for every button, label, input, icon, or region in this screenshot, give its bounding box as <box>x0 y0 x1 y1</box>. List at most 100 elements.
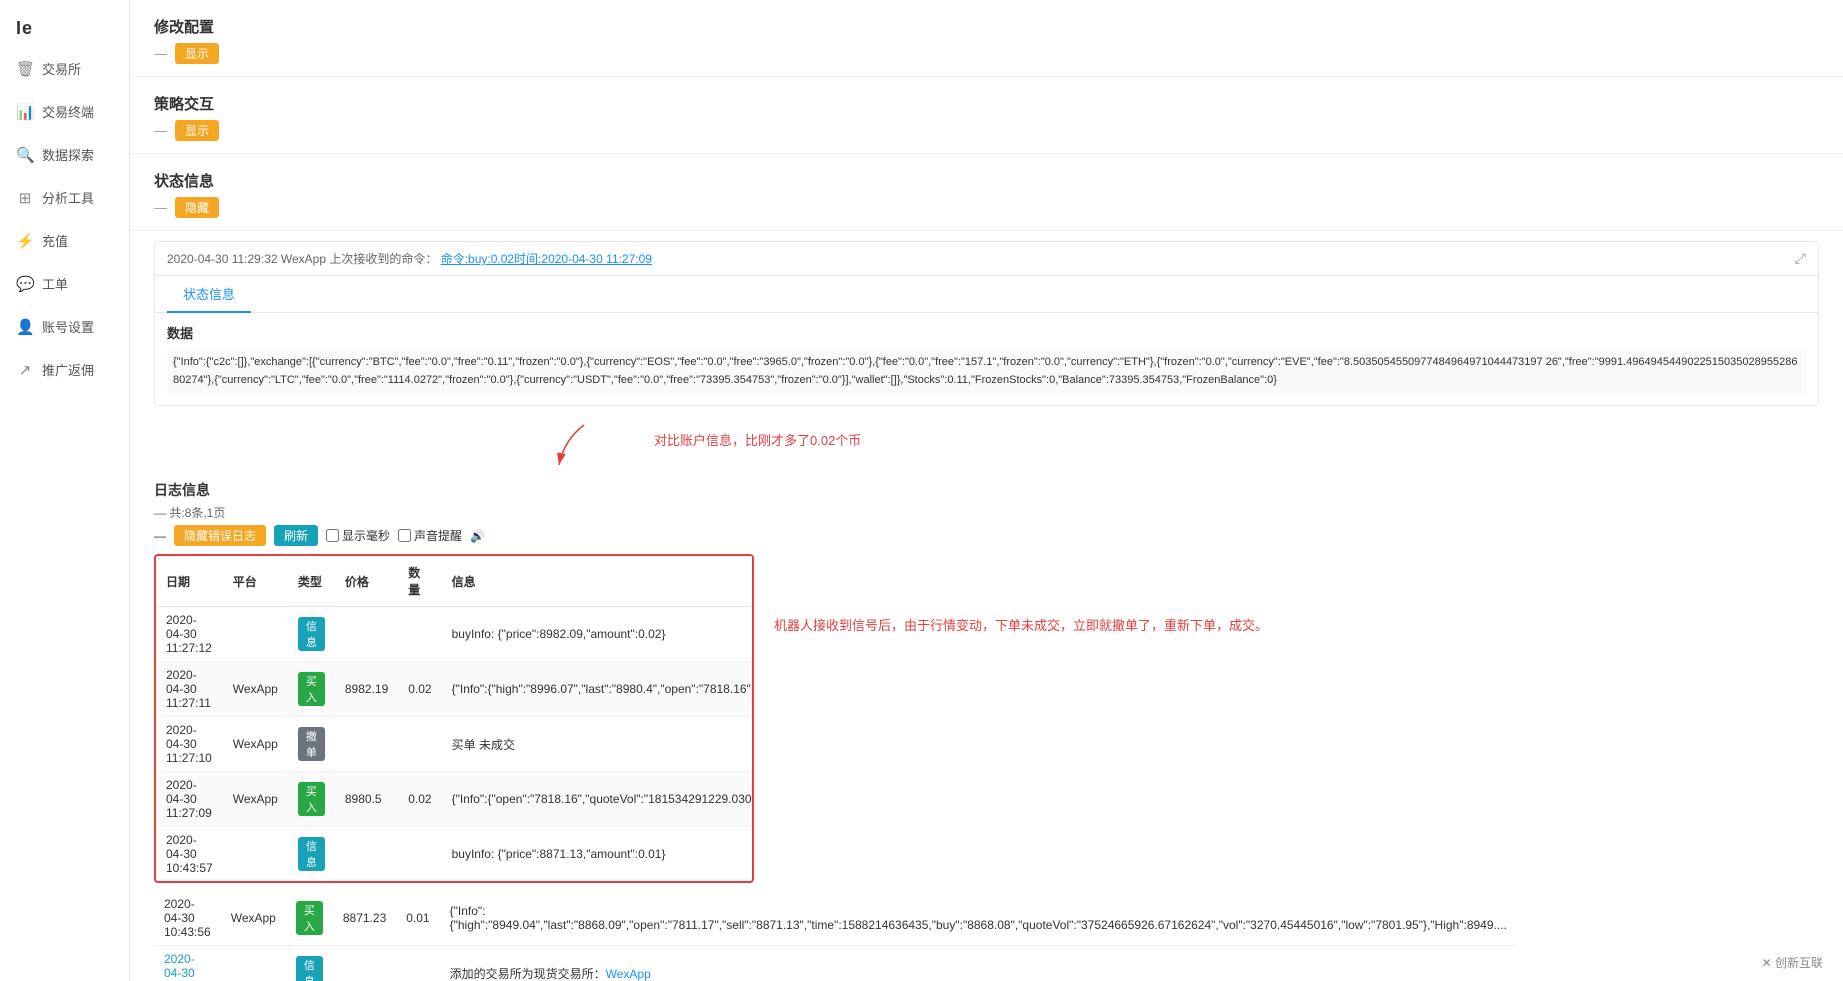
status-info-hide-button[interactable]: 隐藏 <box>175 197 219 218</box>
sound-label: 声音提醒 <box>414 527 462 544</box>
sidebar-item-datasearch[interactable]: 🔍 数据探索 <box>0 133 129 176</box>
sidebar-item-workorder[interactable]: 💬 工单 <box>0 262 129 305</box>
table-row: 2020-04-30 11:27:12 信息 buyInfo: {"price"… <box>156 607 754 662</box>
refresh-log-button[interactable]: 刷新 <box>274 525 318 546</box>
cell-type: 买入 <box>288 662 335 717</box>
show-ms-checkbox-label[interactable]: 显示毫秒 <box>326 527 390 544</box>
recharge-icon: ⚡ <box>16 232 34 250</box>
cell-qty <box>398 607 441 662</box>
cell-type: 买入 <box>286 891 333 946</box>
cell-qty: 0.02 <box>398 772 441 827</box>
modify-config-section: 修改配置 — 显示 <box>130 0 1843 77</box>
cell-price <box>335 717 398 772</box>
cell-info: {"Info":{"high":"8996.07","last":"8980.4… <box>442 662 754 717</box>
table-row: 2020-04-30 09:55:35 信息 添加的交易所为现货交易所：WexA… <box>154 946 1517 981</box>
cell-platform: WexApp <box>223 772 288 827</box>
datasearch-icon: 🔍 <box>16 146 34 164</box>
col-type: 类型 <box>288 556 335 607</box>
cell-platform: WexApp <box>223 662 288 717</box>
logo-area: ✕ 创新互联 <box>1762 954 1823 971</box>
log-dash2: — <box>154 529 166 543</box>
show-ms-label: 显示毫秒 <box>342 527 390 544</box>
sidebar-item-analysis[interactable]: ⊞ 分析工具 <box>0 176 129 219</box>
log-sub-count: — 共:8条,1页 <box>154 504 1819 521</box>
cell-price <box>335 607 398 662</box>
cell-date: 2020-04-30 11:27:12 <box>156 607 223 662</box>
sidebar-item-referral-label: 推广返佣 <box>42 360 94 379</box>
sidebar-item-recharge[interactable]: ⚡ 充值 <box>0 219 129 262</box>
log-table-container: 日期 平台 类型 价格 数量 信息 2020-04-30 11:27:12 信息 <box>154 554 754 981</box>
cell-qty: 0.02 <box>398 662 441 717</box>
col-date: 日期 <box>156 556 223 607</box>
cell-date: 2020-04-30 09:55:35 <box>154 946 221 981</box>
cell-date: 2020-04-30 11:27:11 <box>156 662 223 717</box>
cell-qty: 0.01 <box>396 891 439 946</box>
cell-price: 8982.19 <box>335 662 398 717</box>
sidebar-item-terminal-label: 交易终端 <box>42 102 94 121</box>
cell-price <box>333 946 396 981</box>
table-row: 2020-04-30 11:27:11 WexApp 买入 8982.19 0.… <box>156 662 754 717</box>
modify-config-dash: — <box>154 46 167 61</box>
cell-type: 买入 <box>288 772 335 827</box>
tab-bar: 状态信息 <box>155 276 1818 313</box>
referral-icon: ↗ <box>16 361 34 379</box>
log-dash1: — <box>154 506 166 520</box>
show-ms-checkbox[interactable] <box>326 529 339 542</box>
cell-platform <box>223 607 288 662</box>
sidebar-item-terminal[interactable]: 📊 交易终端 <box>0 90 129 133</box>
strategy-interact-row: — 显示 <box>154 120 1819 141</box>
annotation-area: 对比账户信息，比刚才多了0.02个币 <box>130 416 1843 470</box>
log-section: 日志信息 — 共:8条,1页 — 隐藏错误日志 刷新 显示毫秒 声音提醒 🔊 <box>130 470 1843 981</box>
cell-info: {"Info":{"high":"8949.04","last":"8868.0… <box>440 891 1517 946</box>
strategy-interact-title: 策略交互 <box>154 93 1819 114</box>
expand-icon[interactable]: ⤢ <box>1795 250 1806 267</box>
cell-date: 2020-04-30 11:27:10 <box>156 717 223 772</box>
sidebar-item-exchange[interactable]: 🗑 交易所 <box>0 47 129 90</box>
sound-checkbox[interactable] <box>398 529 411 542</box>
log-highlighted-table: 日期 平台 类型 价格 数量 信息 2020-04-30 11:27:12 信息 <box>156 556 754 881</box>
status-info-row: — 隐藏 <box>154 197 1819 218</box>
status-info-dash: — <box>154 200 167 215</box>
sidebar-item-recharge-label: 充值 <box>42 231 68 250</box>
cell-info: buyInfo: {"price":8871.13,"amount":0.01} <box>442 827 754 882</box>
status-info-section: 状态信息 — 隐藏 <box>130 154 1843 231</box>
cell-platform: WexApp <box>223 717 288 772</box>
data-section: 数据 {"Info":{"c2c":[]},"exchange":[{"curr… <box>155 313 1818 405</box>
log-highlighted-table-wrapper: 日期 平台 类型 价格 数量 信息 2020-04-30 11:27:12 信息 <box>154 554 754 883</box>
modify-config-title: 修改配置 <box>154 16 1819 37</box>
log-controls: — 隐藏错误日志 刷新 显示毫秒 声音提醒 🔊 <box>154 525 1819 546</box>
tab-status-info[interactable]: 状态信息 <box>167 276 251 313</box>
cell-price: 8980.5 <box>335 772 398 827</box>
cell-info: 买单 未成交 <box>442 717 754 772</box>
strategy-interact-show-button[interactable]: 显示 <box>175 120 219 141</box>
status-info-header: 2020-04-30 11:29:32 WexApp 上次接收到的命令： 命令:… <box>155 242 1818 276</box>
sidebar-item-datasearch-label: 数据探索 <box>42 145 94 164</box>
hide-error-log-button[interactable]: 隐藏错误日志 <box>174 525 266 546</box>
data-content: {"Info":{"c2c":[]},"exchange":[{"currenc… <box>167 348 1806 395</box>
cell-date: 2020-04-30 11:27:09 <box>156 772 223 827</box>
cell-platform <box>221 946 286 981</box>
data-label: 数据 <box>167 323 1806 342</box>
col-info: 信息 <box>442 556 754 607</box>
annotation-arrow <box>554 420 644 470</box>
cell-qty <box>396 946 439 981</box>
sidebar-item-analysis-label: 分析工具 <box>42 188 94 207</box>
strategy-interact-section: 策略交互 — 显示 <box>130 77 1843 154</box>
cell-platform: WexApp <box>221 891 286 946</box>
cmd-highlight: 命令:buy:0.02时间:2020-04-30 11:27:09 <box>441 252 652 266</box>
log-header: 日志信息 <box>154 480 1819 500</box>
sidebar-item-referral[interactable]: ↗ 推广返佣 <box>0 348 129 391</box>
log-count-text: 共:8条,1页 <box>169 506 225 520</box>
cell-platform <box>223 827 288 882</box>
sidebar-item-account-label: 账号设置 <box>42 317 94 336</box>
table-row: 2020-04-30 10:43:57 信息 buyInfo: {"price"… <box>156 827 754 882</box>
sidebar-ie-label: Ie <box>0 10 129 47</box>
sidebar-item-exchange-label: 交易所 <box>42 59 81 78</box>
cell-info: {"Info":{"open":"7818.16","quoteVol":"18… <box>442 772 754 827</box>
modify-config-show-button[interactable]: 显示 <box>175 43 219 64</box>
sound-checkbox-label[interactable]: 声音提醒 <box>398 527 462 544</box>
sidebar-item-account[interactable]: 👤 账号设置 <box>0 305 129 348</box>
cell-info: 添加的交易所为现货交易所：WexApp <box>440 946 1517 981</box>
status-info-header-text: 2020-04-30 11:29:32 WexApp 上次接收到的命令： 命令:… <box>167 250 652 267</box>
col-price: 价格 <box>335 556 398 607</box>
